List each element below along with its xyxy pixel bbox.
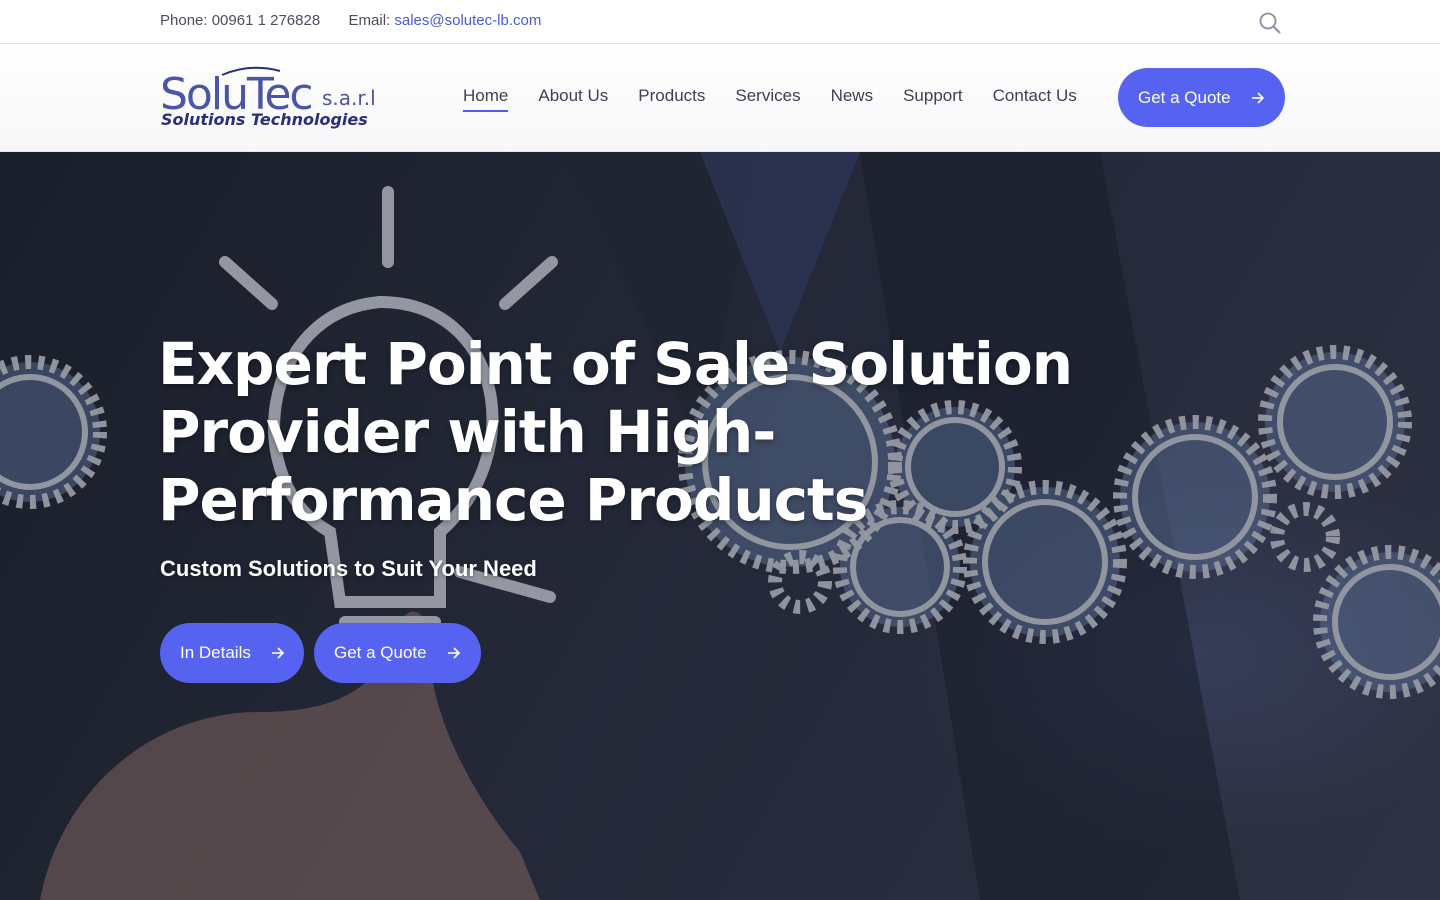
nav-news[interactable]: News <box>831 86 874 112</box>
arrow-right-icon <box>271 647 285 659</box>
contact-info: Phone: 00961 1 276828 Email: sales@solut… <box>160 12 541 29</box>
header-get-quote-label: Get a Quote <box>1138 87 1231 107</box>
svg-text:Solutions Technologies: Solutions Technologies <box>161 110 368 129</box>
top-bar: Phone: 00961 1 276828 Email: sales@solut… <box>0 0 1440 44</box>
hero-get-quote-label: Get a Quote <box>334 643 427 662</box>
header-get-quote-button[interactable]: Get a Quote <box>1118 68 1285 127</box>
phone-number: 00961 1 276828 <box>211 12 321 29</box>
email-link[interactable]: sales@solutec-lb.com <box>394 12 541 29</box>
arrow-right-icon <box>447 647 460 659</box>
in-details-label: In Details <box>180 643 251 662</box>
hero-subtitle: Custom Solutions to Suit Your Need <box>160 556 537 581</box>
main-header: SoluTec s.a.r.l Solutions Technologies H… <box>0 45 1440 152</box>
hero-section: Expert Point of Sale Solution Provider w… <box>0 152 1440 900</box>
in-details-button[interactable]: In Details <box>160 623 304 683</box>
nav-about-us[interactable]: About Us <box>538 86 608 112</box>
nav-support[interactable]: Support <box>903 86 963 112</box>
email-label: Email: <box>348 12 391 29</box>
nav-home[interactable]: Home <box>463 86 509 112</box>
arrow-right-icon <box>1251 91 1264 104</box>
nav-services[interactable]: Services <box>735 86 800 112</box>
nav-contact-us[interactable]: Contact Us <box>993 86 1077 112</box>
site-logo[interactable]: SoluTec s.a.r.l Solutions Technologies <box>160 61 376 131</box>
svg-text:s.a.r.l: s.a.r.l <box>322 86 375 110</box>
hero-get-quote-button[interactable]: Get a Quote <box>314 623 481 683</box>
main-nav: Home About Us Products Services News Sup… <box>463 86 1077 112</box>
search-icon[interactable] <box>1258 11 1282 35</box>
nav-products[interactable]: Products <box>638 86 705 112</box>
hero-title: Expert Point of Sale Solution Provider w… <box>158 330 1073 534</box>
phone-label: Phone: <box>160 12 208 29</box>
